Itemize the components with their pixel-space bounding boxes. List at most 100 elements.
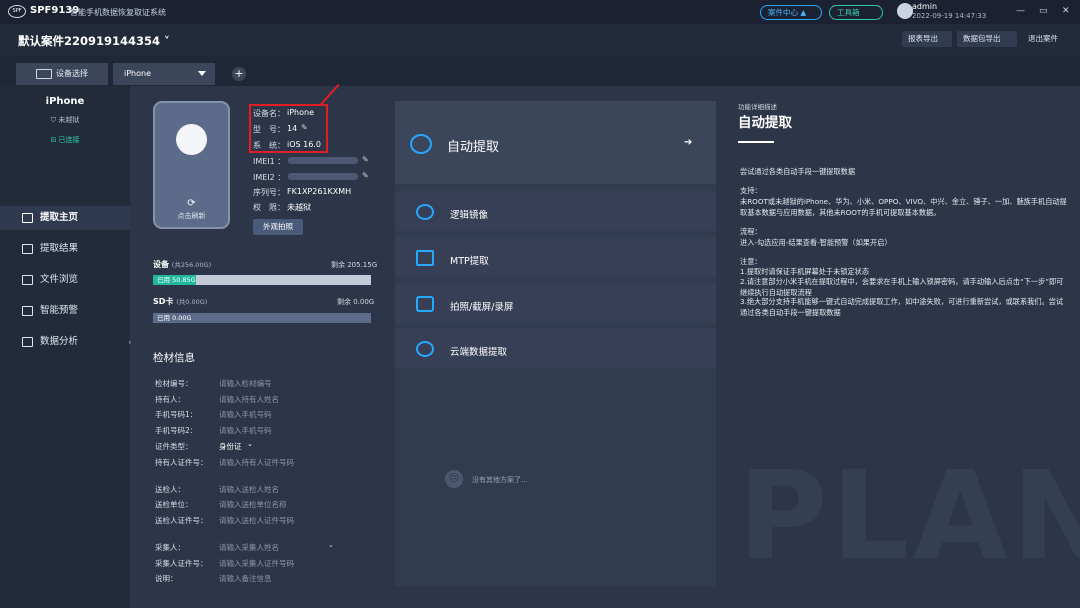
submitter-id-input[interactable]: 请输入送检人证件号码 [219, 515, 294, 526]
sidebar-item-smart-warning[interactable]: 智能预警 [0, 299, 130, 323]
field-label: 持有人： [155, 395, 185, 404]
case-title[interactable]: 默认案件220919144354 ˅ [18, 33, 170, 49]
chevron-down-icon[interactable]: ⌄ [247, 440, 253, 448]
logic-image-option[interactable] [395, 191, 716, 231]
minimize-button[interactable]: — [1016, 6, 1025, 16]
package-export-button[interactable]: 数据包导出 [957, 31, 1017, 47]
jailbreak-status: ⛉ 未越狱 [0, 115, 130, 125]
mtp-icon [416, 250, 434, 266]
sidebar-item-extraction-home[interactable]: 提取主页 [0, 206, 130, 230]
permission-label: 权 限： [253, 203, 285, 212]
desc-line: 2.请注意部分小米手机在提取过程中，会要求在手机上输入锁屏密码，请手动输入后点击… [740, 277, 1064, 297]
folder-icon [22, 275, 33, 285]
phone2-input[interactable]: 请输入手机号码 [219, 425, 272, 436]
imei1-redacted [288, 157, 358, 164]
device-storage-remaining: 剩余 205.15G [331, 261, 378, 269]
auto-extract-card[interactable] [395, 101, 716, 184]
exit-case-button[interactable]: 退出案件 [1022, 31, 1076, 47]
cloud-extract-option[interactable] [395, 328, 716, 368]
arrow-right-icon[interactable]: ➔ [684, 137, 692, 148]
phone-illustration[interactable] [153, 101, 230, 229]
desc-line: 流程： [740, 227, 762, 236]
field-label: 送检人证件号： [155, 516, 208, 525]
sidebar-item-file-browse[interactable]: 文件浏览 [0, 268, 130, 292]
home-icon [22, 213, 33, 223]
avatar[interactable] [897, 3, 913, 19]
desc-line: 进入-勾选应用-结果查看-智能预警（如果开启） [740, 238, 892, 247]
field-label: 手机号码1： [155, 410, 198, 419]
function-desc-label: 功能详细描述 [738, 103, 777, 111]
refresh-label[interactable]: 点击刷新 [153, 211, 230, 221]
sidebar-item-label: 提取主页 [40, 212, 79, 223]
device-storage-bar: 已用 50.85G [153, 275, 371, 285]
app-name: 智能手机数据恢复取证系统 [70, 8, 166, 17]
holder-id-input[interactable]: 请输入持有人证件号码 [219, 457, 294, 468]
datetime: 2022-09-19 14:47:33 [912, 12, 987, 20]
warning-icon [22, 306, 33, 316]
sd-storage-label: SD卡 (共0.00G) [153, 297, 208, 306]
desc-line: 1.提取时请保证手机屏幕处于未锁定状态 [740, 267, 870, 276]
phone1-input[interactable]: 请输入手机号码 [219, 409, 272, 420]
caret-down-icon [198, 71, 206, 76]
desc-line: 尝试通过各类自动手段一键提取数据 [740, 167, 856, 176]
highlight-box [249, 104, 328, 153]
field-label: 证件类型： [155, 442, 193, 451]
globe-icon [410, 134, 432, 154]
monitor-icon [36, 69, 52, 79]
connection-status: ⊟ 已连接 [0, 135, 130, 145]
collector-name-input[interactable]: 请输入采集人姓名 [219, 542, 279, 553]
add-tab-button[interactable]: + [232, 67, 246, 81]
exhibit-info-title: 检材信息 [153, 352, 195, 364]
chevron-down-icon[interactable]: ⌄ [328, 541, 334, 549]
field-label: 手机号码2： [155, 426, 198, 435]
no-more-options-text: 没有其他方案了... [472, 476, 528, 484]
sidebar-item-extraction-result[interactable]: 提取结果 [0, 237, 130, 261]
title-underline [738, 141, 774, 143]
appearance-photo-button[interactable]: 外观拍照 [253, 219, 303, 235]
mtp-extract-option[interactable] [395, 237, 716, 277]
sidebar-item-data-analysis[interactable]: 数据分析 [0, 330, 130, 354]
report-export-button[interactable]: 报表导出 [902, 31, 952, 47]
sd-storage-remaining: 剩余 0.00G [337, 298, 375, 306]
sidebar-collapse-button[interactable]: ‹ [128, 338, 138, 354]
field-label: 送检单位： [155, 500, 193, 509]
cloud-icon [416, 341, 434, 357]
remark-input[interactable]: 请输入备注信息 [219, 573, 272, 584]
refresh-icon[interactable]: ⟳ [183, 198, 200, 209]
collector-id-input[interactable]: 请输入采集人证件号码 [219, 558, 294, 569]
device-storage-label: 设备 (共256.00G) [153, 260, 212, 269]
imei2-label: IMEI2 ： [253, 173, 286, 182]
sidebar-item-label: 数据分析 [40, 336, 79, 347]
function-title: 自动提取 [738, 115, 792, 131]
imei1-label: IMEI1 ： [253, 157, 286, 166]
camera-icon [416, 296, 434, 312]
case-center-button[interactable]: 案件中心 ▲ [760, 5, 822, 20]
field-label: 送检人： [155, 485, 185, 494]
user-name: admin [912, 2, 938, 11]
id-type-select[interactable]: 身份证 [219, 441, 242, 452]
submitter-name-input[interactable]: 请输入送检人姓名 [219, 484, 279, 495]
edit-icon[interactable]: ✎ [362, 155, 369, 164]
logic-image-icon [416, 204, 434, 220]
maximize-button[interactable]: ▭ [1039, 6, 1048, 16]
sidebar-item-label: 智能预警 [40, 305, 79, 316]
jailbreak-status-label: 未越狱 [58, 116, 80, 124]
close-button[interactable]: ✕ [1062, 6, 1070, 16]
link-icon: ⊟ [50, 136, 57, 144]
photo-screenshot-option[interactable] [395, 283, 716, 323]
app-logo: SPF [8, 5, 26, 18]
connection-status-label: 已连接 [58, 136, 80, 144]
option-label: 云端数据提取 [450, 347, 508, 358]
holder-name-input[interactable]: 请输入持有人姓名 [219, 394, 279, 405]
device-storage-used: 已用 50.85G [153, 275, 197, 285]
option-label: MTP提取 [450, 256, 489, 267]
toolbox-button[interactable]: 工具箱 [829, 5, 883, 20]
sad-face-icon: ☹ [445, 470, 463, 488]
submitter-unit-input[interactable]: 请输入送检单位名称 [219, 499, 287, 510]
exhibit-number-input[interactable]: 请输入检材编号 [219, 378, 272, 389]
device-select-tab[interactable]: 设备选择 [16, 63, 108, 85]
field-label: 采集人： [155, 543, 185, 552]
field-label: 持有人证件号： [155, 458, 208, 467]
desc-line: 未ROOT或未越狱的iPhone、华为、小米、OPPO、VIVO、中兴、金立、锤… [740, 197, 1067, 217]
edit-icon[interactable]: ✎ [362, 171, 369, 180]
